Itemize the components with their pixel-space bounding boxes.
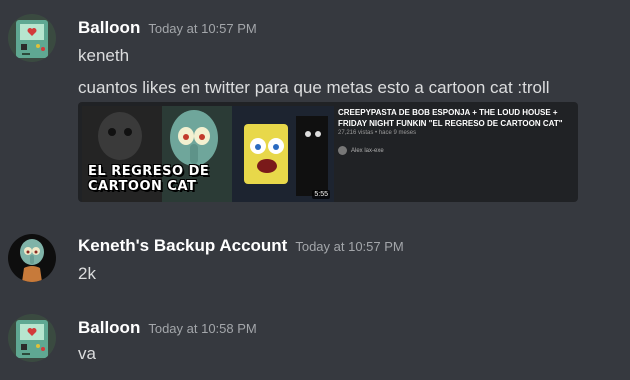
bmo-icon <box>8 14 56 62</box>
video-embed[interactable]: EL REGRESO DE CARTOON CAT 5:55 CREEPYPAS… <box>78 102 578 202</box>
embed-channel[interactable]: Alex lax-exe <box>338 146 384 155</box>
thumbnail-title-line: EL REGRESO DE <box>88 164 210 179</box>
thumbnail-title: EL REGRESO DE CARTOON CAT <box>88 164 209 194</box>
avatar[interactable] <box>8 314 56 362</box>
message-text: va <box>78 344 96 363</box>
video-thumbnail[interactable]: EL REGRESO DE CARTOON CAT 5:55 <box>82 106 334 202</box>
message-text: cuantos likes en twitter para que metas … <box>78 78 550 97</box>
video-duration: 5:55 <box>312 190 330 199</box>
channel-name: Alex lax-exe <box>351 147 384 154</box>
avatar[interactable] <box>8 234 56 282</box>
avatar[interactable] <box>8 14 56 62</box>
username[interactable]: Keneth's Backup Account <box>78 236 287 255</box>
message-text: 2k <box>78 264 96 283</box>
squidward-icon <box>8 234 56 282</box>
embed-meta: 27,216 vistas • hace 9 meses <box>338 130 417 136</box>
thumbnail-title-line: CARTOON CAT <box>88 179 197 194</box>
timestamp: Today at 10:57 PM <box>295 239 404 254</box>
embed-title[interactable]: CREEPYPASTA DE BOB ESPONJA + THE LOUD HO… <box>338 107 574 129</box>
username[interactable]: Balloon <box>78 18 140 37</box>
message-text: keneth <box>78 46 130 65</box>
timestamp: Today at 10:57 PM <box>148 21 257 36</box>
username[interactable]: Balloon <box>78 318 140 337</box>
bmo-icon <box>8 314 56 362</box>
timestamp: Today at 10:58 PM <box>148 321 257 336</box>
channel-avatar-icon <box>338 146 347 155</box>
